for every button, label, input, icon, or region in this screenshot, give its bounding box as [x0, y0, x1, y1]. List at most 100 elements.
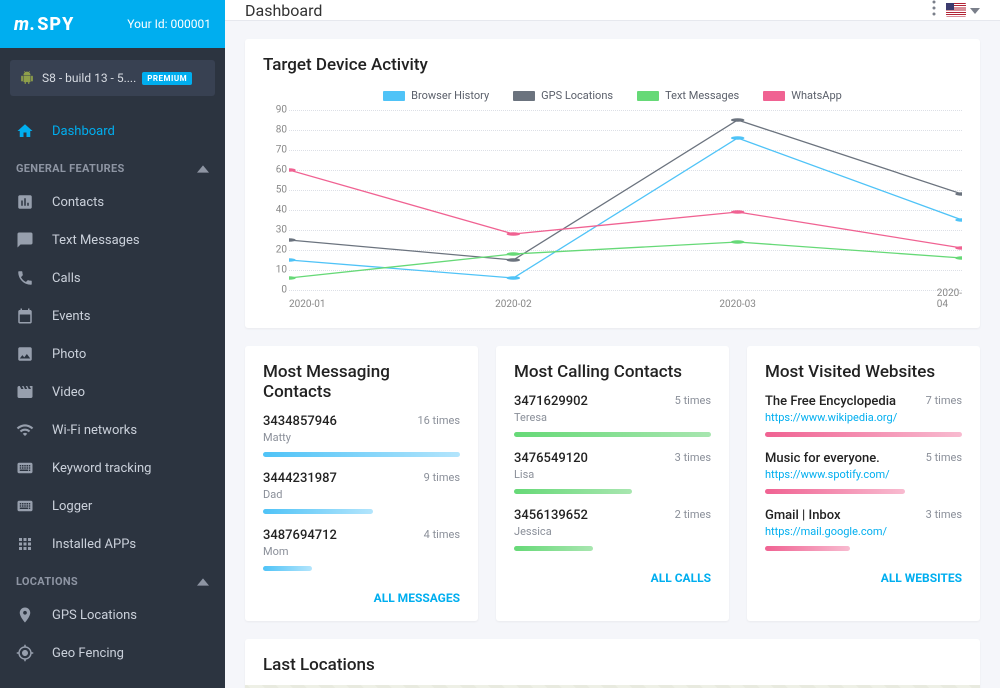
y-tick-label: 90 — [263, 105, 287, 116]
sidebar-item-dashboard[interactable]: Dashboard — [0, 112, 225, 150]
list-item[interactable]: 3471629902 Teresa 5 times — [514, 394, 711, 437]
sidebar-item-label: Installed APPs — [52, 537, 136, 552]
sidebar-item-label: Keyword tracking — [52, 461, 152, 476]
x-tick-label: 2020-02 — [495, 299, 531, 310]
messaging-panel: Most Messaging Contacts 3434857946 Matty… — [245, 346, 478, 621]
chevron-down-icon[interactable] — [970, 3, 980, 18]
chart-series-line — [289, 170, 962, 248]
legend-swatch — [763, 91, 785, 101]
device-selector[interactable]: S8 - build 13 - 5.... PREMIUM — [10, 60, 215, 96]
wifi-icon — [16, 421, 34, 439]
sidebar-item-text-messages[interactable]: Text Messages — [0, 221, 225, 259]
row-count: 3 times — [675, 451, 711, 464]
apps-icon — [16, 535, 34, 553]
more-icon[interactable] — [932, 0, 936, 20]
sidebar-item-gps-locations[interactable]: GPS Locations — [0, 596, 225, 634]
sidebar-item-keyword-tracking[interactable]: Keyword tracking — [0, 449, 225, 487]
chart-series-line — [289, 138, 962, 278]
calendar-icon — [16, 307, 34, 325]
phone-icon — [16, 269, 34, 287]
list-item[interactable]: 3456139652 Jessica 2 times — [514, 508, 711, 551]
legend-item[interactable]: Browser History — [383, 89, 489, 102]
legend-item[interactable]: GPS Locations — [513, 89, 613, 102]
row-value: 3456139652 — [514, 508, 588, 523]
row-subtitle: Matty — [263, 431, 337, 444]
sidebar-item-label: Photo — [52, 347, 86, 362]
row-count: 3 times — [926, 508, 962, 521]
list-item[interactable]: Music for everyone. https://www.spotify.… — [765, 451, 962, 494]
progress-bar — [765, 432, 962, 437]
sidebar-item-label: Calls — [52, 271, 81, 286]
sidebar-item-geo-fencing[interactable]: Geo Fencing — [0, 634, 225, 672]
sidebar-item-installed-apps[interactable]: Installed APPs — [0, 525, 225, 563]
brand-logo: m.SPY — [14, 14, 74, 35]
legend-swatch — [513, 91, 535, 101]
progress-bar — [514, 489, 632, 494]
progress-bar — [263, 566, 312, 571]
row-count: 5 times — [926, 451, 962, 464]
row-count: 9 times — [424, 471, 460, 484]
x-tick-label: 2020-04 — [937, 288, 962, 310]
y-tick-label: 0 — [263, 285, 287, 296]
row-link[interactable]: https://www.wikipedia.org/ — [765, 411, 897, 424]
list-item[interactable]: Gmail | Inbox https://mail.google.com/ 3… — [765, 508, 962, 551]
sidebar-item-label: Events — [52, 309, 90, 324]
row-value: 3471629902 — [514, 394, 588, 409]
chart-series-line — [289, 242, 962, 278]
y-tick-label: 50 — [263, 185, 287, 196]
all-websites-link[interactable]: ALL WEBSITES — [747, 565, 980, 589]
sidebar-item-events[interactable]: Events — [0, 297, 225, 335]
list-item[interactable]: 3434857946 Matty 16 times — [263, 414, 460, 457]
calling-title: Most Calling Contacts — [496, 346, 729, 388]
progress-bar — [765, 489, 905, 494]
sidebar-item-photo[interactable]: Photo — [0, 335, 225, 373]
legend-swatch — [383, 91, 405, 101]
y-tick-label: 10 — [263, 265, 287, 276]
legend-item[interactable]: WhatsApp — [763, 89, 842, 102]
target-icon — [16, 644, 34, 662]
brand-logo-prefix: m. — [14, 14, 36, 35]
row-link[interactable]: https://mail.google.com/ — [765, 525, 887, 538]
contacts-icon — [16, 193, 34, 211]
x-tick-label: 2020-03 — [719, 299, 755, 310]
sidebar-item-calls[interactable]: Calls — [0, 259, 225, 297]
all-messages-link[interactable]: ALL MESSAGES — [245, 585, 478, 609]
row-value: 3487694712 — [263, 528, 337, 543]
all-calls-link[interactable]: ALL CALLS — [496, 565, 729, 589]
y-tick-label: 60 — [263, 164, 287, 175]
sidebar: m.SPY Your Id: 000001 S8 - build 13 - 5.… — [0, 0, 225, 688]
progress-bar — [263, 452, 460, 457]
row-value: The Free Encyclopedia — [765, 394, 897, 409]
sidebar-item-label: Contacts — [52, 195, 104, 210]
legend-item[interactable]: Text Messages — [637, 89, 739, 102]
row-value: 3434857946 — [263, 414, 337, 429]
chevron-up-icon — [197, 576, 209, 588]
row-subtitle: Mom — [263, 545, 337, 558]
sidebar-item-logger[interactable]: Logger — [0, 487, 225, 525]
sidebar-item-contacts[interactable]: Contacts — [0, 183, 225, 221]
list-item[interactable]: 3487694712 Mom 4 times — [263, 528, 460, 571]
brand-logo-text: SPY — [37, 14, 74, 35]
calling-panel: Most Calling Contacts 3471629902 Teresa … — [496, 346, 729, 621]
video-icon — [16, 383, 34, 401]
row-count: 16 times — [417, 414, 460, 427]
sidebar-item-video[interactable]: Video — [0, 373, 225, 411]
section-head[interactable]: GENERAL FEATURES — [0, 150, 225, 183]
list-item[interactable]: The Free Encyclopedia https://www.wikipe… — [765, 394, 962, 437]
messaging-title: Most Messaging Contacts — [245, 346, 478, 408]
row-link[interactable]: https://www.spotify.com/ — [765, 468, 890, 481]
sidebar-item-label: Geo Fencing — [52, 646, 124, 661]
premium-badge: PREMIUM — [142, 72, 192, 85]
flag-us-icon[interactable] — [946, 3, 966, 17]
section-head[interactable]: LOCATIONS — [0, 563, 225, 596]
row-count: 2 times — [675, 508, 711, 521]
row-value: Music for everyone. — [765, 451, 890, 466]
section-title: GENERAL FEATURES — [16, 162, 125, 175]
list-item[interactable]: 3444231987 Dad 9 times — [263, 471, 460, 514]
section-title: LOCATIONS — [16, 575, 78, 588]
websites-panel: Most Visited Websites The Free Encyclope… — [747, 346, 980, 621]
sidebar-item-wi-fi-networks[interactable]: Wi-Fi networks — [0, 411, 225, 449]
device-name: S8 - build 13 - 5.... — [42, 71, 136, 85]
list-item[interactable]: 3476549120 Lisa 3 times — [514, 451, 711, 494]
sidebar-item-label: Text Messages — [52, 233, 140, 248]
